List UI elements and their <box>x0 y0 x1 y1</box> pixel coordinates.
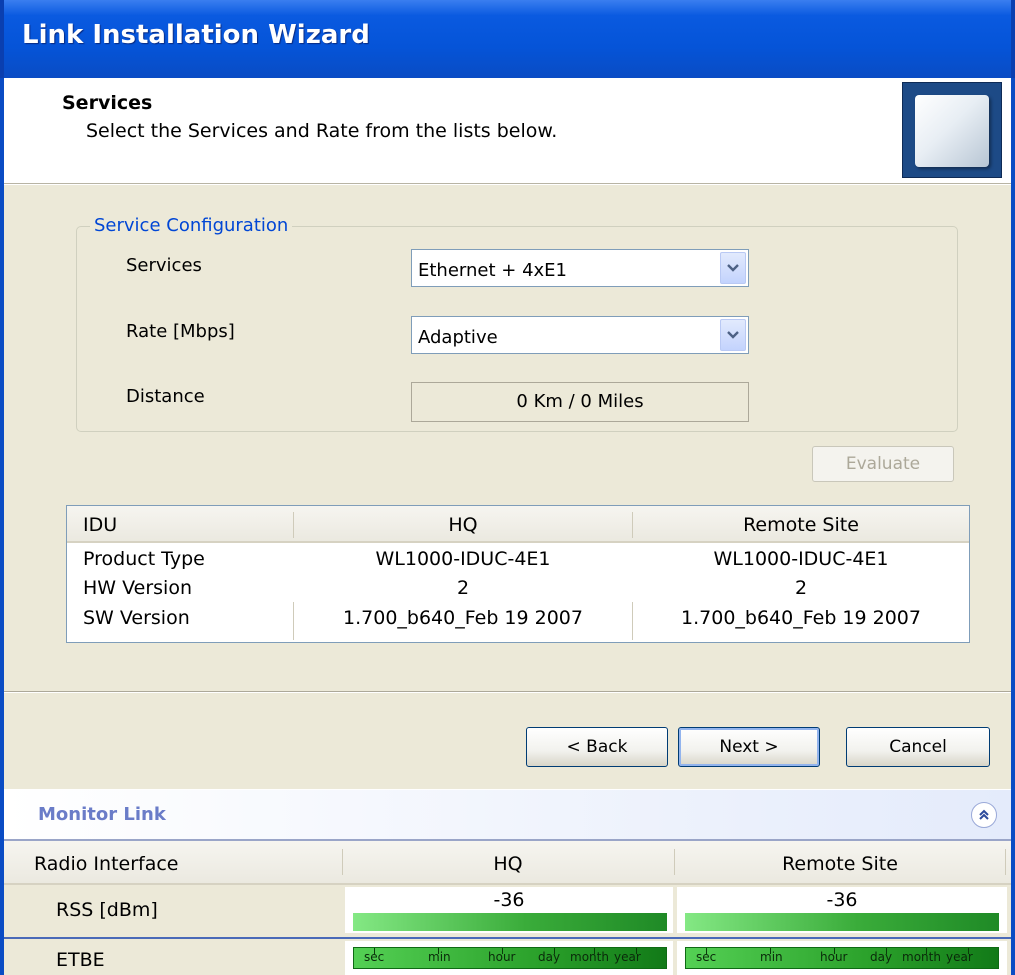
distance-label: Distance <box>126 386 205 407</box>
etbe-scale-label: month <box>570 950 609 964</box>
monitor-table: Radio Interface HQ Remote Site RSS [dBm]… <box>4 839 1011 975</box>
table-cell: 2 <box>794 577 808 599</box>
wizard-body: Service Configuration Services Ethernet … <box>4 185 1011 789</box>
etbe-hq-cell: sec min hour day month year <box>345 941 673 975</box>
cancel-button[interactable]: Cancel <box>846 727 990 767</box>
table-row-label: Product Type <box>83 548 205 570</box>
cancel-label: Cancel <box>889 737 947 757</box>
hq-header: HQ <box>448 514 478 536</box>
etbe-remote-cell: sec min hour day month year <box>677 941 1007 975</box>
divider <box>4 691 1011 693</box>
window-title: Link Installation Wizard <box>22 20 370 50</box>
table-cell: WL1000-IDUC-4E1 <box>375 548 551 570</box>
services-label: Services <box>126 255 202 276</box>
idu-table: IDU HQ Remote Site Product Type WL1000-I… <box>66 505 970 643</box>
rss-hq-cell: -36 <box>345 887 673 933</box>
remote-site-header: Remote Site <box>743 514 859 536</box>
idu-header: IDU <box>83 514 118 536</box>
radio-interface-header: Radio Interface <box>34 853 179 875</box>
etbe-scale-label: month <box>902 950 941 964</box>
wizard-header: Services Select the Services and Rate fr… <box>4 78 1011 184</box>
monitor-link-title: Monitor Link <box>38 804 166 825</box>
evaluate-button[interactable]: Evaluate <box>812 446 954 482</box>
rss-remote-cell: -36 <box>677 887 1007 933</box>
chevron-down-icon[interactable] <box>720 252 746 284</box>
etbe-scale-label: min <box>428 950 451 964</box>
remote-site-header: Remote Site <box>782 853 898 875</box>
table-row-label: HW Version <box>83 577 192 599</box>
services-value: Ethernet + 4xE1 <box>418 260 567 281</box>
antenna-icon <box>902 82 1002 178</box>
evaluate-label: Evaluate <box>845 454 921 474</box>
back-label: < Back <box>566 737 628 757</box>
table-cell: 1.700_b640_Feb 19 2007 <box>681 607 921 629</box>
rate-dropdown[interactable]: Adaptive <box>411 316 749 354</box>
etbe-hq-bar: sec min hour day month year <box>353 947 667 969</box>
table-cell: 1.700_b640_Feb 19 2007 <box>343 607 583 629</box>
rss-label: RSS [dBm] <box>56 899 158 921</box>
next-label: Next > <box>719 737 779 757</box>
etbe-scale-label: min <box>760 950 783 964</box>
page-subtitle: Select the Services and Rate from the li… <box>86 120 558 142</box>
etbe-scale-label: day <box>538 950 561 964</box>
distance-field: 0 Km / 0 Miles <box>411 382 749 422</box>
etbe-label: ETBE <box>56 949 105 971</box>
rate-value: Adaptive <box>418 327 498 348</box>
service-configuration-legend: Service Configuration <box>90 215 293 236</box>
title-bar: Link Installation Wizard <box>0 0 1015 78</box>
back-button[interactable]: < Back <box>526 727 668 767</box>
monitor-link-panel: Monitor Link Radio Interface HQ Remote S… <box>4 790 1011 975</box>
next-button[interactable]: Next > <box>678 727 820 767</box>
monitor-link-header[interactable]: Monitor Link <box>4 790 1011 839</box>
etbe-remote-bar: sec min hour day month year <box>685 947 999 969</box>
collapse-icon[interactable] <box>971 802 997 828</box>
table-cell: 2 <box>456 577 470 599</box>
rss-hq-bar <box>353 913 667 931</box>
rate-label: Rate [Mbps] <box>126 321 235 342</box>
rss-hq-value: -36 <box>493 889 525 911</box>
chevron-down-icon[interactable] <box>720 319 746 351</box>
page-title: Services <box>62 92 153 114</box>
table-cell: WL1000-IDUC-4E1 <box>713 548 889 570</box>
table-row-label: SW Version <box>83 607 190 629</box>
hq-header: HQ <box>493 853 523 875</box>
rss-remote-value: -36 <box>826 889 858 911</box>
services-dropdown[interactable]: Ethernet + 4xE1 <box>411 249 749 287</box>
etbe-scale-label: day <box>870 950 893 964</box>
rss-remote-bar <box>685 913 999 931</box>
